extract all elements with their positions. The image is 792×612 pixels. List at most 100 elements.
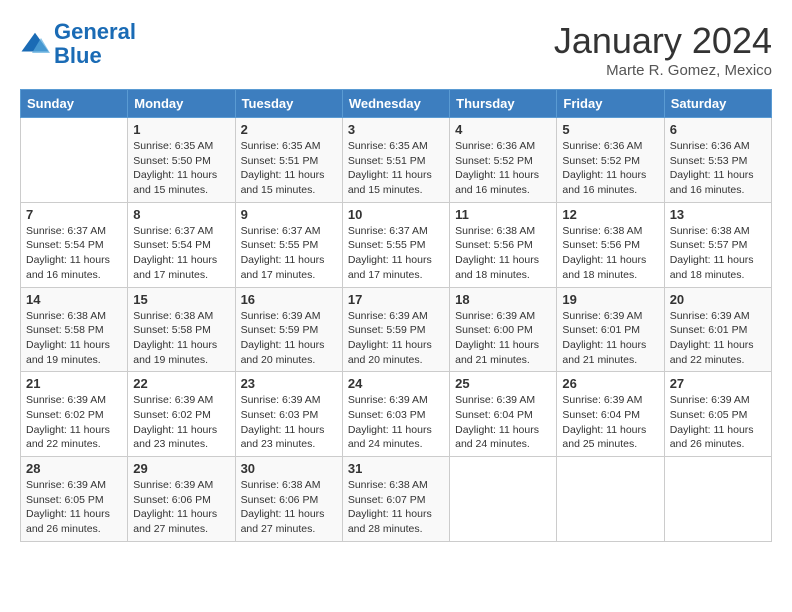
logo-line2: Blue: [54, 43, 102, 68]
calendar-day-cell: 9 Sunrise: 6:37 AM Sunset: 5:55 PM Daylig…: [235, 202, 342, 287]
calendar-day-cell: 4Sunrise: 6:36 AM Sunset: 5:52 PM Daylig…: [450, 118, 557, 203]
day-number: 15: [133, 292, 229, 307]
day-number: 10: [348, 207, 444, 222]
weekday-header-row: SundayMondayTuesdayWednesdayThursdayFrid…: [21, 90, 772, 118]
calendar-day-cell: 8 Sunrise: 6:37 AM Sunset: 5:54 PM Daylig…: [128, 202, 235, 287]
weekday-header-cell: Tuesday: [235, 90, 342, 118]
day-info: Sunrise: 6:39 AM Sunset: 6:03 PM Dayligh…: [241, 393, 337, 452]
day-number: 4: [455, 122, 551, 137]
calendar-day-cell: 16 Sunrise: 6:39 AM Sunset: 5:59 PM Dayli…: [235, 287, 342, 372]
day-number: 12: [562, 207, 658, 222]
weekday-header-cell: Wednesday: [342, 90, 449, 118]
day-info: Sunrise: 6:39 AM Sunset: 6:05 PM Dayligh…: [26, 478, 122, 537]
day-number: 6: [670, 122, 766, 137]
day-number: 26: [562, 376, 658, 391]
day-number: 17: [348, 292, 444, 307]
day-number: 30: [241, 461, 337, 476]
day-info: Sunrise: 6:38 AM Sunset: 5:58 PM Dayligh…: [133, 309, 229, 368]
weekday-header-cell: Thursday: [450, 90, 557, 118]
day-info: Sunrise: 6:39 AM Sunset: 6:01 PM Dayligh…: [670, 309, 766, 368]
day-info: Sunrise: 6:38 AM Sunset: 6:06 PM Dayligh…: [241, 478, 337, 537]
calendar-day-cell: 2Sunrise: 6:35 AM Sunset: 5:51 PM Daylig…: [235, 118, 342, 203]
calendar-week-row: 28 Sunrise: 6:39 AM Sunset: 6:05 PM Dayli…: [21, 457, 772, 542]
day-number: 1: [133, 122, 229, 137]
day-number: 14: [26, 292, 122, 307]
weekday-header-cell: Monday: [128, 90, 235, 118]
day-info: Sunrise: 6:38 AM Sunset: 5:56 PM Dayligh…: [562, 224, 658, 283]
day-info: Sunrise: 6:39 AM Sunset: 5:59 PM Dayligh…: [348, 309, 444, 368]
day-info: Sunrise: 6:36 AM Sunset: 5:52 PM Dayligh…: [562, 139, 658, 198]
day-info: Sunrise: 6:36 AM Sunset: 5:53 PM Dayligh…: [670, 139, 766, 198]
calendar-day-cell: 19 Sunrise: 6:39 AM Sunset: 6:01 PM Dayli…: [557, 287, 664, 372]
calendar-day-cell: 30 Sunrise: 6:38 AM Sunset: 6:06 PM Dayli…: [235, 457, 342, 542]
day-number: 31: [348, 461, 444, 476]
day-info: Sunrise: 6:39 AM Sunset: 6:00 PM Dayligh…: [455, 309, 551, 368]
day-number: 22: [133, 376, 229, 391]
day-number: 28: [26, 461, 122, 476]
day-info: Sunrise: 6:39 AM Sunset: 6:04 PM Dayligh…: [455, 393, 551, 452]
day-number: 16: [241, 292, 337, 307]
calendar-day-cell: 28 Sunrise: 6:39 AM Sunset: 6:05 PM Dayli…: [21, 457, 128, 542]
calendar-day-cell: 15 Sunrise: 6:38 AM Sunset: 5:58 PM Dayli…: [128, 287, 235, 372]
day-info: Sunrise: 6:38 AM Sunset: 5:56 PM Dayligh…: [455, 224, 551, 283]
day-number: 23: [241, 376, 337, 391]
calendar-day-cell: 26 Sunrise: 6:39 AM Sunset: 6:04 PM Dayli…: [557, 372, 664, 457]
calendar-day-cell: 31Sunrise: 6:38 AM Sunset: 6:07 PM Dayli…: [342, 457, 449, 542]
calendar-day-cell: 3 Sunrise: 6:35 AM Sunset: 5:51 PM Daylig…: [342, 118, 449, 203]
day-info: Sunrise: 6:38 AM Sunset: 5:57 PM Dayligh…: [670, 224, 766, 283]
logo-line1: General: [54, 19, 136, 44]
day-number: 8: [133, 207, 229, 222]
calendar-day-cell: 10Sunrise: 6:37 AM Sunset: 5:55 PM Dayli…: [342, 202, 449, 287]
calendar-day-cell: [450, 457, 557, 542]
day-number: 13: [670, 207, 766, 222]
day-info: Sunrise: 6:35 AM Sunset: 5:51 PM Dayligh…: [348, 139, 444, 198]
day-info: Sunrise: 6:39 AM Sunset: 6:04 PM Dayligh…: [562, 393, 658, 452]
day-number: 2: [241, 122, 337, 137]
day-number: 7: [26, 207, 122, 222]
day-info: Sunrise: 6:38 AM Sunset: 5:58 PM Dayligh…: [26, 309, 122, 368]
day-info: Sunrise: 6:37 AM Sunset: 5:54 PM Dayligh…: [133, 224, 229, 283]
day-info: Sunrise: 6:39 AM Sunset: 5:59 PM Dayligh…: [241, 309, 337, 368]
calendar-week-row: 21Sunrise: 6:39 AM Sunset: 6:02 PM Dayli…: [21, 372, 772, 457]
calendar-day-cell: 20Sunrise: 6:39 AM Sunset: 6:01 PM Dayli…: [664, 287, 771, 372]
calendar-day-cell: 14 Sunrise: 6:38 AM Sunset: 5:58 PM Dayli…: [21, 287, 128, 372]
day-number: 27: [670, 376, 766, 391]
day-info: Sunrise: 6:35 AM Sunset: 5:50 PM Dayligh…: [133, 139, 229, 198]
day-number: 11: [455, 207, 551, 222]
day-info: Sunrise: 6:39 AM Sunset: 6:03 PM Dayligh…: [348, 393, 444, 452]
day-number: 19: [562, 292, 658, 307]
day-number: 3: [348, 122, 444, 137]
calendar-day-cell: 23 Sunrise: 6:39 AM Sunset: 6:03 PM Dayli…: [235, 372, 342, 457]
month-title: January 2024: [554, 20, 772, 62]
calendar-day-cell: [21, 118, 128, 203]
calendar-table: SundayMondayTuesdayWednesdayThursdayFrid…: [20, 89, 772, 542]
calendar-day-cell: 11 Sunrise: 6:38 AM Sunset: 5:56 PM Dayli…: [450, 202, 557, 287]
day-info: Sunrise: 6:39 AM Sunset: 6:05 PM Dayligh…: [670, 393, 766, 452]
day-number: 5: [562, 122, 658, 137]
calendar-body: 1 Sunrise: 6:35 AM Sunset: 5:50 PM Daylig…: [21, 118, 772, 542]
day-number: 25: [455, 376, 551, 391]
weekday-header-cell: Sunday: [21, 90, 128, 118]
day-info: Sunrise: 6:37 AM Sunset: 5:54 PM Dayligh…: [26, 224, 122, 283]
weekday-header-cell: Friday: [557, 90, 664, 118]
location: Marte R. Gomez, Mexico: [554, 62, 772, 79]
calendar-day-cell: 22 Sunrise: 6:39 AM Sunset: 6:02 PM Dayli…: [128, 372, 235, 457]
calendar-day-cell: 13 Sunrise: 6:38 AM Sunset: 5:57 PM Dayli…: [664, 202, 771, 287]
calendar-week-row: 14 Sunrise: 6:38 AM Sunset: 5:58 PM Dayli…: [21, 287, 772, 372]
logo: General Blue: [20, 20, 136, 68]
calendar-day-cell: 17 Sunrise: 6:39 AM Sunset: 5:59 PM Dayli…: [342, 287, 449, 372]
calendar-day-cell: 12 Sunrise: 6:38 AM Sunset: 5:56 PM Dayli…: [557, 202, 664, 287]
day-number: 29: [133, 461, 229, 476]
calendar-day-cell: 6 Sunrise: 6:36 AM Sunset: 5:53 PM Daylig…: [664, 118, 771, 203]
logo-text: General Blue: [54, 20, 136, 68]
calendar-day-cell: 25 Sunrise: 6:39 AM Sunset: 6:04 PM Dayli…: [450, 372, 557, 457]
calendar-day-cell: 21Sunrise: 6:39 AM Sunset: 6:02 PM Dayli…: [21, 372, 128, 457]
day-info: Sunrise: 6:39 AM Sunset: 6:02 PM Dayligh…: [133, 393, 229, 452]
day-info: Sunrise: 6:37 AM Sunset: 5:55 PM Dayligh…: [241, 224, 337, 283]
day-number: 24: [348, 376, 444, 391]
calendar-day-cell: 7 Sunrise: 6:37 AM Sunset: 5:54 PM Daylig…: [21, 202, 128, 287]
day-number: 18: [455, 292, 551, 307]
calendar-week-row: 7 Sunrise: 6:37 AM Sunset: 5:54 PM Daylig…: [21, 202, 772, 287]
day-number: 9: [241, 207, 337, 222]
day-info: Sunrise: 6:39 AM Sunset: 6:01 PM Dayligh…: [562, 309, 658, 368]
